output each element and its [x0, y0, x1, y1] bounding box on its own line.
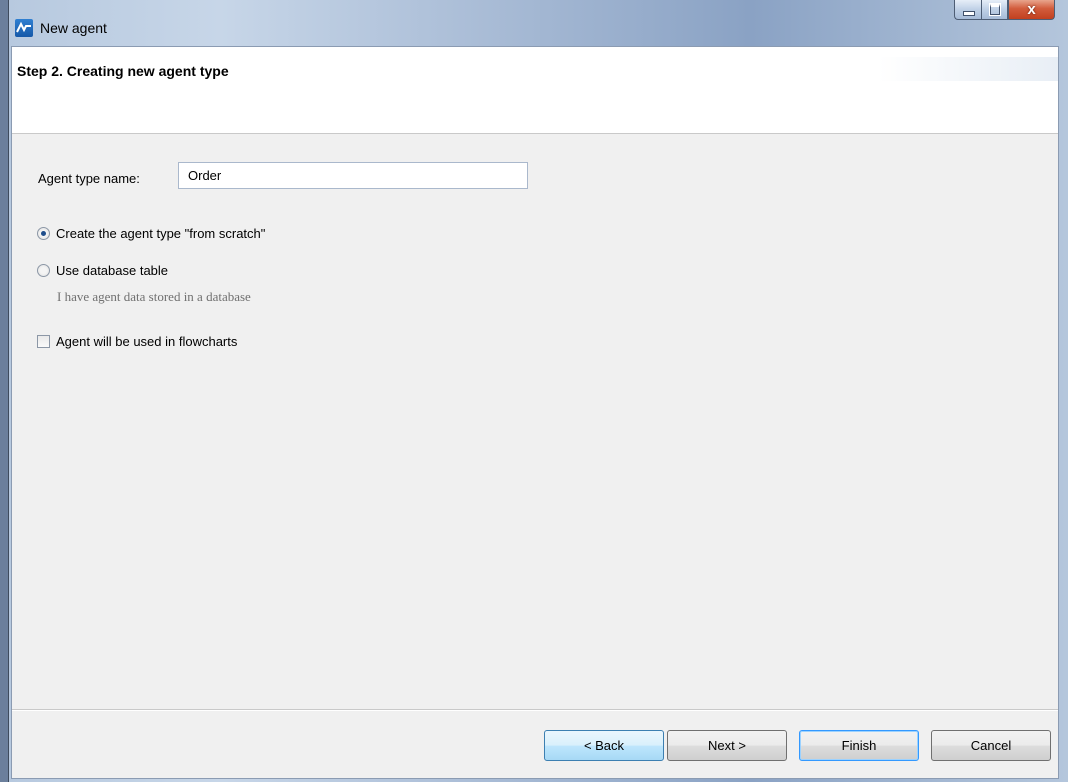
window-title: New agent	[40, 20, 107, 36]
flowcharts-checkbox-row[interactable]: Agent will be used in flowcharts	[37, 334, 237, 349]
close-button[interactable]: x	[1008, 0, 1055, 20]
flowcharts-checkbox-label: Agent will be used in flowcharts	[56, 334, 238, 349]
agent-type-name-label: Agent type name:	[38, 171, 140, 186]
flowcharts-checkbox[interactable]	[37, 335, 50, 348]
radio-from-scratch[interactable]: Create the agent type "from scratch"	[37, 226, 265, 241]
radio-database-table-label: Use database table	[56, 263, 169, 278]
radio-button[interactable]	[37, 264, 50, 277]
back-button[interactable]: < Back	[544, 730, 664, 761]
step-title: Step 2. Creating new agent type	[17, 63, 229, 79]
wizard-header: Step 2. Creating new agent type	[12, 47, 1058, 134]
next-button[interactable]: Next >	[667, 730, 787, 761]
radio-button-selected[interactable]	[37, 227, 50, 240]
window-controls: x	[954, 0, 1055, 20]
radio-from-scratch-label: Create the agent type "from scratch"	[56, 226, 266, 241]
footer-divider	[12, 709, 1058, 711]
close-icon: x	[1027, 1, 1036, 18]
cancel-button[interactable]: Cancel	[931, 730, 1051, 761]
radio-database-table[interactable]: Use database table	[37, 263, 168, 278]
minimize-button[interactable]	[954, 0, 981, 20]
title-bar[interactable]: New agent x	[9, 0, 1068, 46]
maximize-button[interactable]	[981, 0, 1008, 20]
dialog-window: New agent x Step 2. Creating new agent t…	[8, 0, 1068, 782]
agent-type-name-input[interactable]	[178, 162, 528, 189]
anylogic-app-icon	[15, 19, 33, 37]
dialog-client-area: Step 2. Creating new agent type Agent ty…	[11, 46, 1059, 779]
database-table-hint: I have agent data stored in a database	[57, 289, 251, 304]
finish-button[interactable]: Finish	[799, 730, 919, 761]
wizard-body: Agent type name: Create the agent type "…	[12, 134, 1058, 694]
